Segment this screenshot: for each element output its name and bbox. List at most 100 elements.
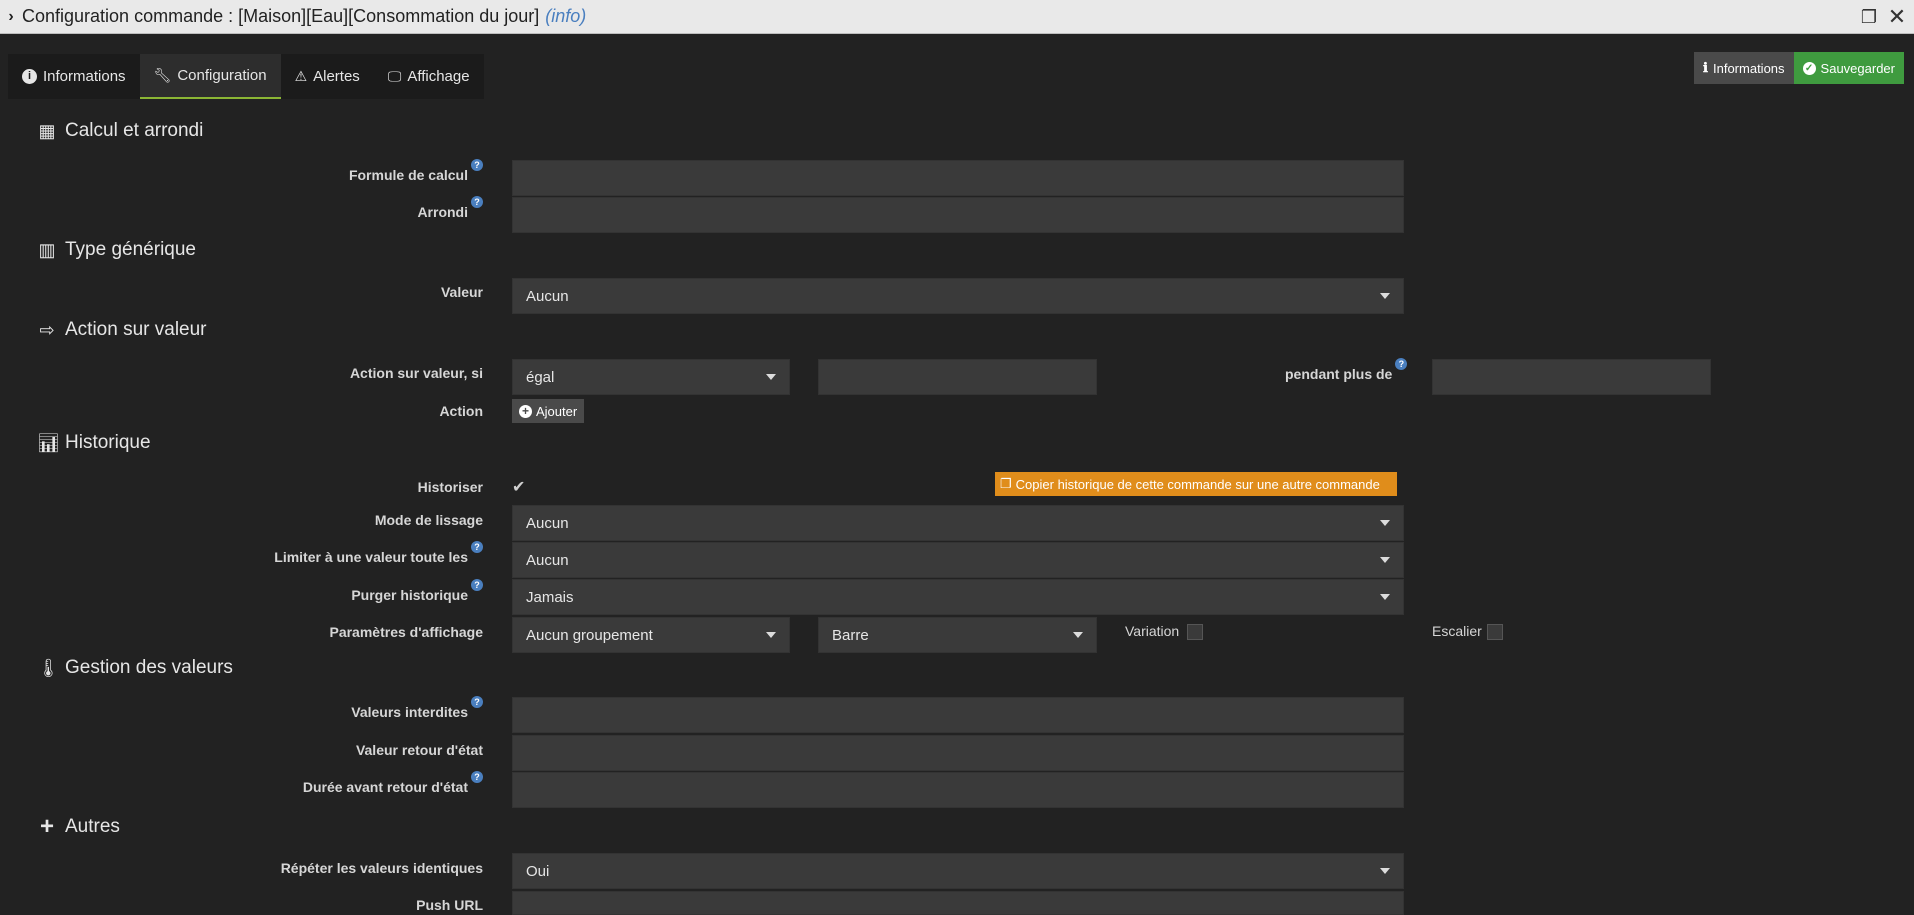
duree-retour-label-text: Durée avant retour d'état bbox=[302, 779, 468, 795]
repeter-select[interactable]: Oui bbox=[512, 853, 1404, 889]
escalier-checkbox[interactable] bbox=[1487, 624, 1503, 640]
retour-etat-input[interactable] bbox=[512, 735, 1404, 771]
help-icon[interactable]: ? bbox=[471, 579, 483, 591]
groupement-select[interactable]: Aucun groupement bbox=[512, 617, 790, 653]
tab-label: Affichage bbox=[407, 68, 470, 85]
formule-input[interactable] bbox=[512, 160, 1404, 196]
lissage-label: Mode de lissage bbox=[374, 512, 483, 528]
limiter-select[interactable]: Aucun bbox=[512, 542, 1404, 578]
tab-label: Configuration bbox=[177, 67, 267, 84]
formule-label-text: Formule de calcul bbox=[348, 167, 468, 183]
push-url-label: Push URL bbox=[416, 897, 483, 913]
tab-informations[interactable]: i Informations bbox=[8, 54, 140, 99]
variation-label: Variation bbox=[1125, 623, 1180, 639]
copy-history-label: Copier historique de cette commande sur … bbox=[1015, 476, 1380, 492]
section-title: Historique bbox=[65, 432, 151, 453]
top-buttons: ℹ Informations ✓ Sauvegarder bbox=[1694, 52, 1904, 84]
graph-type-select-value: Barre bbox=[832, 626, 869, 644]
section-gestion: 🌡︎ Gestion des valeurs bbox=[37, 657, 233, 679]
save-button-label: Sauvegarder bbox=[1820, 60, 1895, 76]
duree-retour-input[interactable] bbox=[512, 772, 1404, 808]
duree-retour-label: Durée avant retour d'état? bbox=[302, 771, 483, 795]
pendant-input[interactable] bbox=[1432, 359, 1711, 395]
repeter-select-value: Oui bbox=[526, 862, 550, 880]
monitor-icon: 🖵︎ bbox=[387, 68, 402, 84]
purger-select[interactable]: Jamais bbox=[512, 579, 1404, 615]
purger-label-text: Purger historique bbox=[351, 587, 468, 603]
repeter-label: Répéter les valeurs identiques bbox=[280, 860, 483, 876]
valeur-select[interactable]: Aucun bbox=[512, 278, 1404, 314]
limiter-select-value: Aucun bbox=[526, 551, 569, 569]
plus-icon: + bbox=[39, 813, 54, 840]
add-action-button[interactable]: + Ajouter bbox=[512, 399, 585, 423]
help-icon[interactable]: ? bbox=[471, 541, 483, 553]
sign-out-icon: ⇨ bbox=[39, 319, 55, 340]
warning-icon: ⚠ bbox=[294, 68, 308, 84]
informations-button[interactable]: ℹ Informations bbox=[1694, 52, 1794, 84]
interdites-label: Valeurs interdites? bbox=[351, 696, 483, 720]
historiser-label: Historiser bbox=[417, 479, 483, 495]
copy-history-button[interactable]: ❐ Copier historique de cette commande su… bbox=[995, 472, 1397, 496]
compare-value-input[interactable] bbox=[818, 359, 1097, 395]
params-affichage-label: Paramètres d'affichage bbox=[329, 624, 483, 640]
operator-select[interactable]: égal bbox=[512, 359, 790, 395]
pendant-label: pendant plus de? bbox=[1285, 358, 1408, 382]
retour-etat-label: Valeur retour d'état bbox=[355, 742, 483, 758]
close-icon[interactable]: ✕ bbox=[1886, 6, 1908, 28]
action-condition-label: Action sur valeur, si bbox=[349, 365, 483, 381]
push-url-input[interactable] bbox=[512, 891, 1404, 915]
tab-configuration[interactable]: 🔧︎ Configuration bbox=[139, 54, 281, 99]
chevron-down-icon bbox=[1073, 632, 1083, 638]
window-titlebar: › Configuration commande : [Maison][Eau]… bbox=[0, 0, 1914, 34]
help-icon[interactable]: ? bbox=[471, 771, 483, 783]
tab-affichage[interactable]: 🖵︎ Affichage bbox=[374, 54, 484, 99]
formule-label: Formule de calcul? bbox=[348, 159, 483, 183]
lissage-select[interactable]: Aucun bbox=[512, 505, 1404, 541]
chevron-down-icon bbox=[1380, 594, 1390, 600]
chevron-down-icon bbox=[766, 632, 776, 638]
chevron-right-icon[interactable]: › bbox=[0, 8, 22, 26]
arrondi-input[interactable] bbox=[512, 197, 1404, 233]
chevron-down-icon bbox=[766, 374, 776, 380]
copy-icon: ❐ bbox=[1000, 476, 1012, 491]
section-title: Calcul et arrondi bbox=[65, 120, 204, 141]
section-calcul: ▦ Calcul et arrondi bbox=[37, 120, 203, 142]
purger-select-value: Jamais bbox=[526, 588, 574, 606]
check-circle-icon: ✓ bbox=[1802, 61, 1816, 75]
chevron-down-icon bbox=[1380, 293, 1390, 299]
window-type-label: (info) bbox=[545, 6, 587, 26]
help-icon[interactable]: ? bbox=[471, 159, 483, 171]
chevron-down-icon bbox=[1380, 557, 1390, 563]
section-autres: + Autres bbox=[37, 813, 120, 841]
section-title: Gestion des valeurs bbox=[65, 657, 233, 678]
interdites-label-text: Valeurs interdites bbox=[351, 704, 468, 720]
help-icon[interactable]: ? bbox=[1395, 358, 1408, 370]
wrench-icon: 🔧︎ bbox=[153, 67, 172, 83]
arrondi-label: Arrondi? bbox=[417, 196, 483, 220]
purger-label: Purger historique? bbox=[351, 579, 483, 603]
thermometer-icon: 🌡︎ bbox=[37, 657, 60, 678]
variation-checkbox[interactable] bbox=[1187, 624, 1203, 640]
section-action: ⇨ Action sur valeur bbox=[37, 319, 206, 341]
arrondi-label-text: Arrondi bbox=[417, 204, 468, 220]
section-title: Type générique bbox=[65, 239, 196, 260]
help-icon[interactable]: ? bbox=[471, 196, 483, 208]
chevron-down-icon bbox=[1380, 520, 1390, 526]
valeur-label: Valeur bbox=[440, 284, 483, 300]
table-icon: ▦ bbox=[38, 120, 56, 141]
lissage-select-value: Aucun bbox=[526, 514, 569, 532]
window-title: Configuration commande : [Maison][Eau][C… bbox=[22, 6, 540, 26]
save-button[interactable]: ✓ Sauvegarder bbox=[1793, 52, 1904, 84]
help-icon[interactable]: ? bbox=[471, 696, 483, 708]
restore-window-icon[interactable]: ❐ bbox=[1858, 6, 1880, 28]
limiter-label: Limiter à une valeur toute les? bbox=[274, 541, 483, 565]
add-action-label: Ajouter bbox=[536, 403, 578, 419]
tab-label: Informations bbox=[43, 68, 126, 85]
interdites-input[interactable] bbox=[512, 697, 1404, 733]
tab-bar: i Informations 🔧︎ Configuration ⚠ Alerte… bbox=[8, 54, 484, 99]
section-type: ▥ Type générique bbox=[37, 239, 196, 261]
plus-circle-icon: + bbox=[519, 404, 532, 418]
graph-type-select[interactable]: Barre bbox=[818, 617, 1097, 653]
tab-alertes[interactable]: ⚠ Alertes bbox=[281, 54, 374, 99]
historiser-checkbox[interactable]: ✔ bbox=[512, 477, 525, 497]
